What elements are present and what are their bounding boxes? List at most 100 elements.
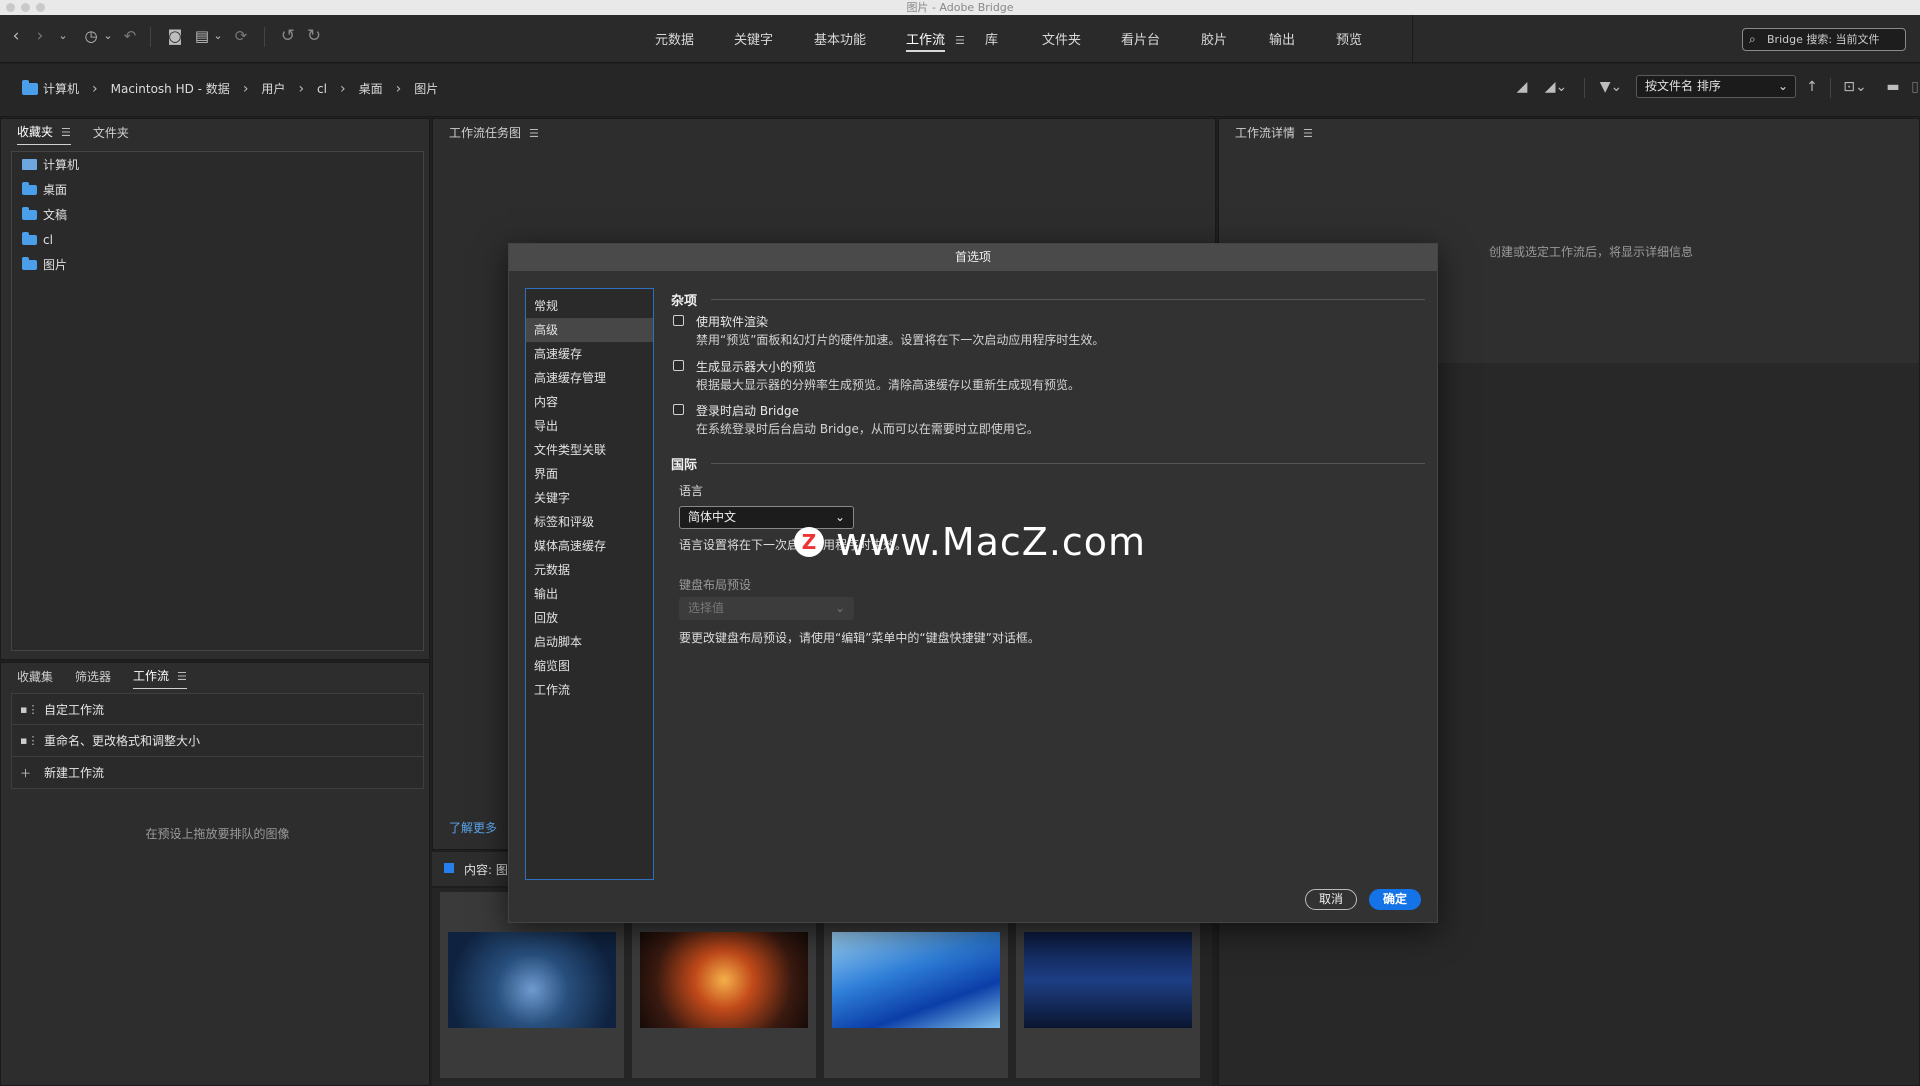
tab-collections[interactable]: 收藏集 bbox=[17, 668, 53, 689]
chevron-down-icon[interactable]: ⌄ bbox=[56, 25, 70, 47]
favorite-item-desktop[interactable]: 桌面 bbox=[12, 177, 423, 202]
software-rendering-checkbox[interactable] bbox=[673, 315, 684, 326]
breadcrumb-item-computer[interactable]: 计算机 bbox=[22, 79, 79, 97]
minimize-window-button[interactable] bbox=[21, 3, 30, 12]
category-media-cache[interactable]: 媒体高速缓存 bbox=[526, 534, 653, 558]
launch-at-login-checkbox[interactable] bbox=[673, 404, 684, 415]
path-bar: 计算机 › Macintosh HD - 数据 › 用户 › cl › 桌面 ›… bbox=[0, 64, 1920, 117]
panel-menu-icon[interactable]: ☰ bbox=[177, 670, 187, 683]
category-output[interactable]: 输出 bbox=[526, 582, 653, 606]
new-workflow-button[interactable]: ＋新建工作流 bbox=[11, 757, 424, 789]
new-folder-icon[interactable]: ▬ bbox=[1884, 76, 1902, 98]
workspace-tab-folders[interactable]: 文件夹 bbox=[1042, 29, 1081, 48]
ok-button[interactable]: 确定 bbox=[1369, 889, 1421, 910]
close-window-button[interactable] bbox=[6, 3, 15, 12]
sort-ascending-icon[interactable]: ↑ bbox=[1804, 76, 1820, 98]
refine-icon[interactable]: ▤ bbox=[192, 25, 212, 47]
international-section-heading: 国际 bbox=[671, 454, 1425, 473]
filter-icon[interactable]: ▼⌄ bbox=[1596, 76, 1626, 98]
tab-workflow[interactable]: 工作流 ☰ bbox=[133, 667, 187, 689]
category-metadata[interactable]: 元数据 bbox=[526, 558, 653, 582]
section-divider bbox=[711, 299, 1425, 300]
category-thumbnails[interactable]: 缩览图 bbox=[526, 654, 653, 678]
chevron-down-icon[interactable]: ⌄ bbox=[102, 25, 114, 47]
workflow-item-rename-resize[interactable]: ▪⋮ 重命名、更改格式和调整大小 bbox=[11, 725, 424, 757]
tab-favorites[interactable]: 收藏夹 ☰ bbox=[17, 123, 71, 145]
workspace-menu-icon[interactable]: ☰ bbox=[955, 34, 965, 47]
breadcrumb-item-pictures[interactable]: 图片 bbox=[414, 80, 438, 97]
search-scope-text: Bridge 搜索: 当前文件 bbox=[1767, 33, 1880, 46]
rotate-icon[interactable]: ⟳ bbox=[232, 25, 250, 47]
workspace-tab-filmstrip[interactable]: 胶片 bbox=[1201, 29, 1227, 48]
rating-filter-icon[interactable]: ◢⌄ bbox=[1544, 76, 1568, 98]
monitor-size-preview-checkbox[interactable] bbox=[673, 360, 684, 371]
tab-filter[interactable]: 筛选器 bbox=[75, 668, 111, 689]
workflow-drop-hint: 在预设上拖放要排队的图像 bbox=[145, 827, 290, 841]
breadcrumb-item-user[interactable]: cl bbox=[317, 82, 327, 96]
workspace-tab-preview[interactable]: 预览 bbox=[1336, 29, 1362, 48]
keyboard-layout-note: 要更改键盘布局预设，请使用“编辑”菜单中的“键盘快捷键”对话框。 bbox=[679, 631, 1040, 645]
favorite-item-computer[interactable]: 计算机 bbox=[12, 152, 423, 177]
workspace-tab-workflow[interactable]: 工作流 ☰ bbox=[906, 29, 965, 52]
breadcrumb-item-volume[interactable]: Macintosh HD - 数据 bbox=[111, 80, 230, 97]
keyboard-layout-label: 键盘布局预设 bbox=[679, 578, 752, 592]
category-interface[interactable]: 界面 bbox=[526, 462, 653, 486]
learn-more-link[interactable]: 了解更多 bbox=[449, 819, 497, 836]
category-workflow[interactable]: 工作流 bbox=[526, 678, 653, 702]
chevron-down-icon[interactable]: ⌄ bbox=[212, 25, 224, 47]
category-export[interactable]: 导出 bbox=[526, 414, 653, 438]
category-playback[interactable]: 回放 bbox=[526, 606, 653, 630]
misc-section-heading: 杂项 bbox=[671, 290, 1425, 309]
watermark-logo: Z bbox=[794, 527, 824, 557]
window-controls[interactable] bbox=[6, 3, 45, 12]
category-startup-scripts[interactable]: 启动脚本 bbox=[526, 630, 653, 654]
workspace-tab-light-table[interactable]: 看片台 bbox=[1121, 29, 1160, 48]
favorite-item-user[interactable]: cl bbox=[12, 227, 423, 252]
boomerang-icon[interactable]: ↶ bbox=[122, 25, 138, 47]
folder-icon bbox=[22, 206, 37, 220]
tab-workflow-tasks[interactable]: 工作流任务图 ☰ bbox=[449, 124, 539, 145]
recent-history-icon[interactable]: ◷ bbox=[80, 25, 102, 47]
rotate-right-icon[interactable]: ↻ bbox=[304, 25, 324, 47]
panel-menu-icon[interactable]: ☰ bbox=[529, 127, 539, 140]
favorite-item-documents[interactable]: 文稿 bbox=[12, 202, 423, 227]
back-icon[interactable]: ‹ bbox=[8, 25, 24, 47]
category-cache-management[interactable]: 高速缓存管理 bbox=[526, 366, 653, 390]
category-cache[interactable]: 高速缓存 bbox=[526, 342, 653, 366]
panel-menu-icon[interactable]: ☰ bbox=[61, 126, 71, 139]
favorite-item-pictures[interactable]: 图片 bbox=[12, 252, 423, 277]
content-panel-title[interactable]: 内容: 图 bbox=[464, 861, 508, 878]
category-content[interactable]: 内容 bbox=[526, 390, 653, 414]
forward-icon[interactable]: › bbox=[32, 25, 48, 47]
bridge-search-input[interactable]: ⌕ Bridge 搜索: 当前文件 bbox=[1742, 28, 1906, 51]
toolbar-divider bbox=[1830, 78, 1831, 98]
breadcrumb-item-desktop[interactable]: 桌面 bbox=[359, 80, 383, 97]
tab-workflow-details[interactable]: 工作流详情 ☰ bbox=[1235, 124, 1313, 145]
keyboard-layout-dropdown: 选择值 ⌄ bbox=[679, 597, 854, 620]
rotate-left-icon[interactable]: ↺ bbox=[278, 25, 298, 47]
toolbar-divider bbox=[150, 27, 151, 47]
category-file-type-associations[interactable]: 文件类型关联 bbox=[526, 438, 653, 462]
quality-icon[interactable]: ◢ bbox=[1512, 76, 1532, 98]
camera-import-icon[interactable]: ◙ bbox=[164, 25, 186, 47]
delete-icon[interactable]: ▯ bbox=[1910, 76, 1920, 98]
workspace-tab-output[interactable]: 输出 bbox=[1269, 29, 1295, 48]
workspace-tab-metadata[interactable]: 元数据 bbox=[655, 29, 694, 48]
workspace-tab-keywords[interactable]: 关键字 bbox=[734, 29, 773, 48]
open-recent-icon[interactable]: ⊡⌄ bbox=[1840, 76, 1870, 98]
toolbar-divider bbox=[1584, 78, 1585, 98]
category-keywords[interactable]: 关键字 bbox=[526, 486, 653, 510]
workspace-tab-libraries[interactable]: 库 bbox=[985, 29, 998, 48]
workflow-item-custom[interactable]: ▪⋮ 自定工作流 bbox=[11, 693, 424, 725]
sort-dropdown[interactable]: 按文件名 排序 ⌄ bbox=[1636, 75, 1796, 98]
panel-menu-icon[interactable]: ☰ bbox=[1303, 127, 1313, 140]
workspace-tab-essentials[interactable]: 基本功能 bbox=[814, 29, 866, 48]
cancel-button[interactable]: 取消 bbox=[1305, 889, 1357, 910]
category-advanced[interactable]: 高级 bbox=[526, 318, 653, 342]
folder-icon bbox=[22, 231, 37, 245]
category-general[interactable]: 常规 bbox=[526, 294, 653, 318]
breadcrumb-item-users[interactable]: 用户 bbox=[261, 80, 285, 97]
zoom-window-button[interactable] bbox=[36, 3, 45, 12]
category-labels-ratings[interactable]: 标签和评级 bbox=[526, 510, 653, 534]
tab-folders[interactable]: 文件夹 bbox=[93, 124, 129, 145]
